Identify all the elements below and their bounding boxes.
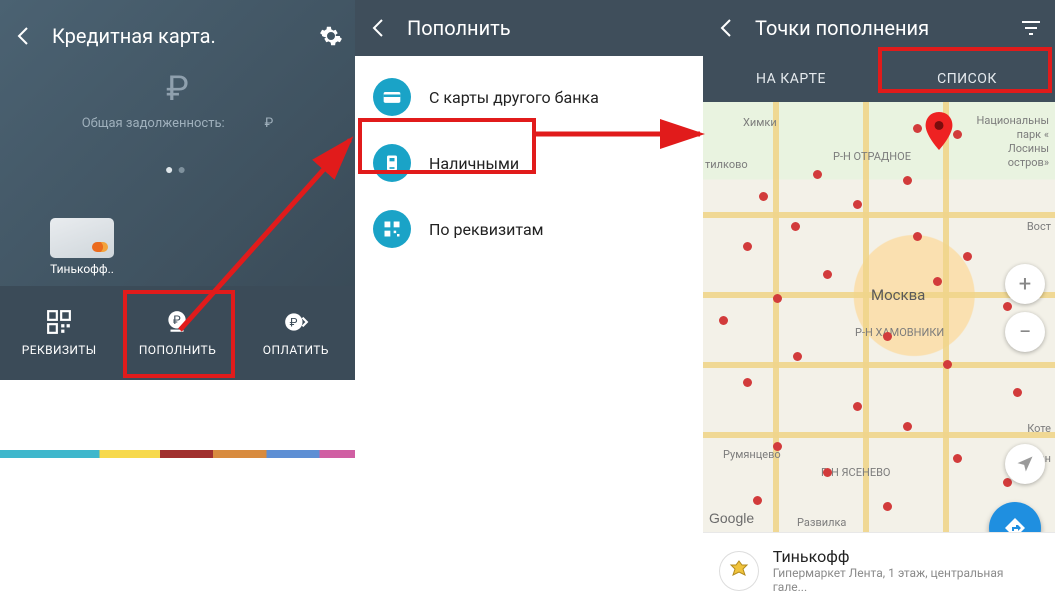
map-label: Румянцево bbox=[723, 448, 781, 461]
partner-logo-icon bbox=[719, 551, 759, 591]
map-poi[interactable] bbox=[823, 468, 832, 477]
map-poi[interactable] bbox=[943, 360, 952, 369]
map-label: Национальны bbox=[976, 114, 1049, 127]
directions-fab[interactable] bbox=[989, 502, 1041, 532]
map-poi[interactable] bbox=[743, 242, 752, 251]
map-label: Лосины bbox=[1008, 142, 1049, 155]
map-poi[interactable] bbox=[773, 294, 782, 303]
rouble-icon: ₽ bbox=[0, 72, 355, 106]
locate-me-button[interactable] bbox=[1005, 444, 1045, 484]
debt-label: Общая задолженность: bbox=[82, 116, 225, 131]
option-requisites[interactable]: По реквизитам bbox=[355, 196, 703, 262]
action-details[interactable]: РЕКВИЗИТЫ bbox=[0, 286, 118, 380]
qr-icon bbox=[373, 210, 411, 248]
filter-icon[interactable] bbox=[1019, 16, 1043, 40]
balance-area: ₽ Общая задолженность: ₽ ●● bbox=[0, 60, 355, 178]
option-label: По реквизитам bbox=[429, 220, 544, 239]
action-details-label: РЕКВИЗИТЫ bbox=[22, 343, 97, 357]
back-icon[interactable] bbox=[715, 16, 739, 40]
map-poi[interactable] bbox=[823, 270, 832, 279]
svg-text:₽: ₽ bbox=[289, 315, 297, 329]
map-label: парк « bbox=[1017, 128, 1049, 141]
map-label: Развилка bbox=[797, 516, 846, 529]
map-poi[interactable] bbox=[719, 316, 728, 325]
map-poi[interactable] bbox=[1003, 302, 1012, 311]
map-poi[interactable] bbox=[773, 442, 782, 451]
map-poi[interactable] bbox=[913, 232, 922, 241]
card-icon bbox=[373, 78, 411, 116]
map-poi[interactable] bbox=[793, 352, 802, 361]
action-pay-label: ОПЛАТИТЬ bbox=[263, 343, 329, 357]
rouble-small-icon: ₽ bbox=[265, 116, 274, 131]
map-poi[interactable] bbox=[743, 378, 752, 387]
map-label: Химки bbox=[743, 116, 777, 129]
map-poi[interactable] bbox=[883, 332, 892, 341]
map-poi[interactable] bbox=[1003, 478, 1012, 487]
map-poi[interactable] bbox=[903, 176, 912, 185]
zoom-in-button[interactable]: + bbox=[1005, 264, 1045, 304]
map-poi[interactable] bbox=[853, 200, 862, 209]
back-icon[interactable] bbox=[367, 16, 391, 40]
map-poi[interactable] bbox=[883, 502, 892, 511]
tab-map[interactable]: НА КАРТЕ bbox=[703, 56, 879, 102]
app-header: Пополнить bbox=[355, 0, 703, 56]
card-thumbnail[interactable]: Тинькофф.. bbox=[40, 218, 124, 276]
card-name: Тинькофф.. bbox=[40, 262, 124, 276]
tutorial-highlight-cash bbox=[358, 118, 536, 174]
google-attribution: Google bbox=[709, 510, 754, 526]
tutorial-highlight-topup bbox=[123, 290, 235, 378]
option-label: С карты другого банка bbox=[429, 88, 599, 107]
map-label: остров» bbox=[1008, 156, 1049, 169]
screen-credit-card: Кредитная карта. ₽ Общая задолженность: … bbox=[0, 0, 355, 460]
map-poi[interactable] bbox=[963, 252, 972, 261]
page-dots[interactable]: ●● bbox=[0, 161, 355, 178]
zoom-out-button[interactable]: − bbox=[1005, 312, 1045, 352]
map-poi[interactable] bbox=[753, 496, 762, 505]
settings-icon[interactable] bbox=[319, 24, 343, 48]
map[interactable]: Химки Национальны парк « Лосины остров» … bbox=[703, 102, 1055, 532]
map-poi[interactable] bbox=[933, 277, 942, 286]
page-title: Точки пополнения bbox=[755, 16, 1003, 40]
result-card[interactable]: Тинькофф Гипермаркет Лента, 1 этаж, цент… bbox=[703, 532, 1055, 592]
tutorial-highlight-list-tab bbox=[878, 47, 1052, 93]
map-poi[interactable] bbox=[853, 402, 862, 411]
card-hero-area: Кредитная карта. ₽ Общая задолженность: … bbox=[0, 0, 355, 286]
map-label: Вост bbox=[1027, 220, 1051, 233]
map-label: Р-Н ОТРАДНОЕ bbox=[833, 150, 911, 163]
result-text: Тинькофф Гипермаркет Лента, 1 этаж, цент… bbox=[773, 547, 1039, 592]
app-header: Кредитная карта. bbox=[0, 12, 355, 60]
category-color-strip bbox=[0, 450, 355, 458]
card-image bbox=[50, 218, 114, 258]
map-poi[interactable] bbox=[903, 422, 912, 431]
map-label-moscow: Москва bbox=[871, 286, 925, 304]
map-poi[interactable] bbox=[759, 192, 768, 201]
page-title: Пополнить bbox=[407, 16, 691, 40]
map-poi[interactable] bbox=[913, 124, 922, 133]
map-poi[interactable] bbox=[953, 454, 962, 463]
page-title: Кредитная карта. bbox=[52, 24, 303, 48]
map-label: Коте bbox=[1027, 422, 1051, 435]
map-poi[interactable] bbox=[791, 222, 800, 231]
map-label: тилково bbox=[705, 158, 748, 171]
back-icon[interactable] bbox=[12, 24, 36, 48]
map-pin-selected[interactable] bbox=[925, 112, 953, 150]
result-address: Гипермаркет Лента, 1 этаж, центральная г… bbox=[773, 566, 1039, 592]
map-poi[interactable] bbox=[813, 170, 822, 179]
action-pay[interactable]: ₽ ОПЛАТИТЬ bbox=[237, 286, 355, 380]
screen-topup-methods: Пополнить С карты другого банка Наличным… bbox=[355, 0, 703, 460]
map-poi[interactable] bbox=[1013, 388, 1022, 397]
result-name: Тинькофф bbox=[773, 547, 1039, 566]
map-label: Р-Н ХАМОВНИКИ bbox=[855, 326, 944, 339]
map-poi[interactable] bbox=[953, 130, 962, 139]
